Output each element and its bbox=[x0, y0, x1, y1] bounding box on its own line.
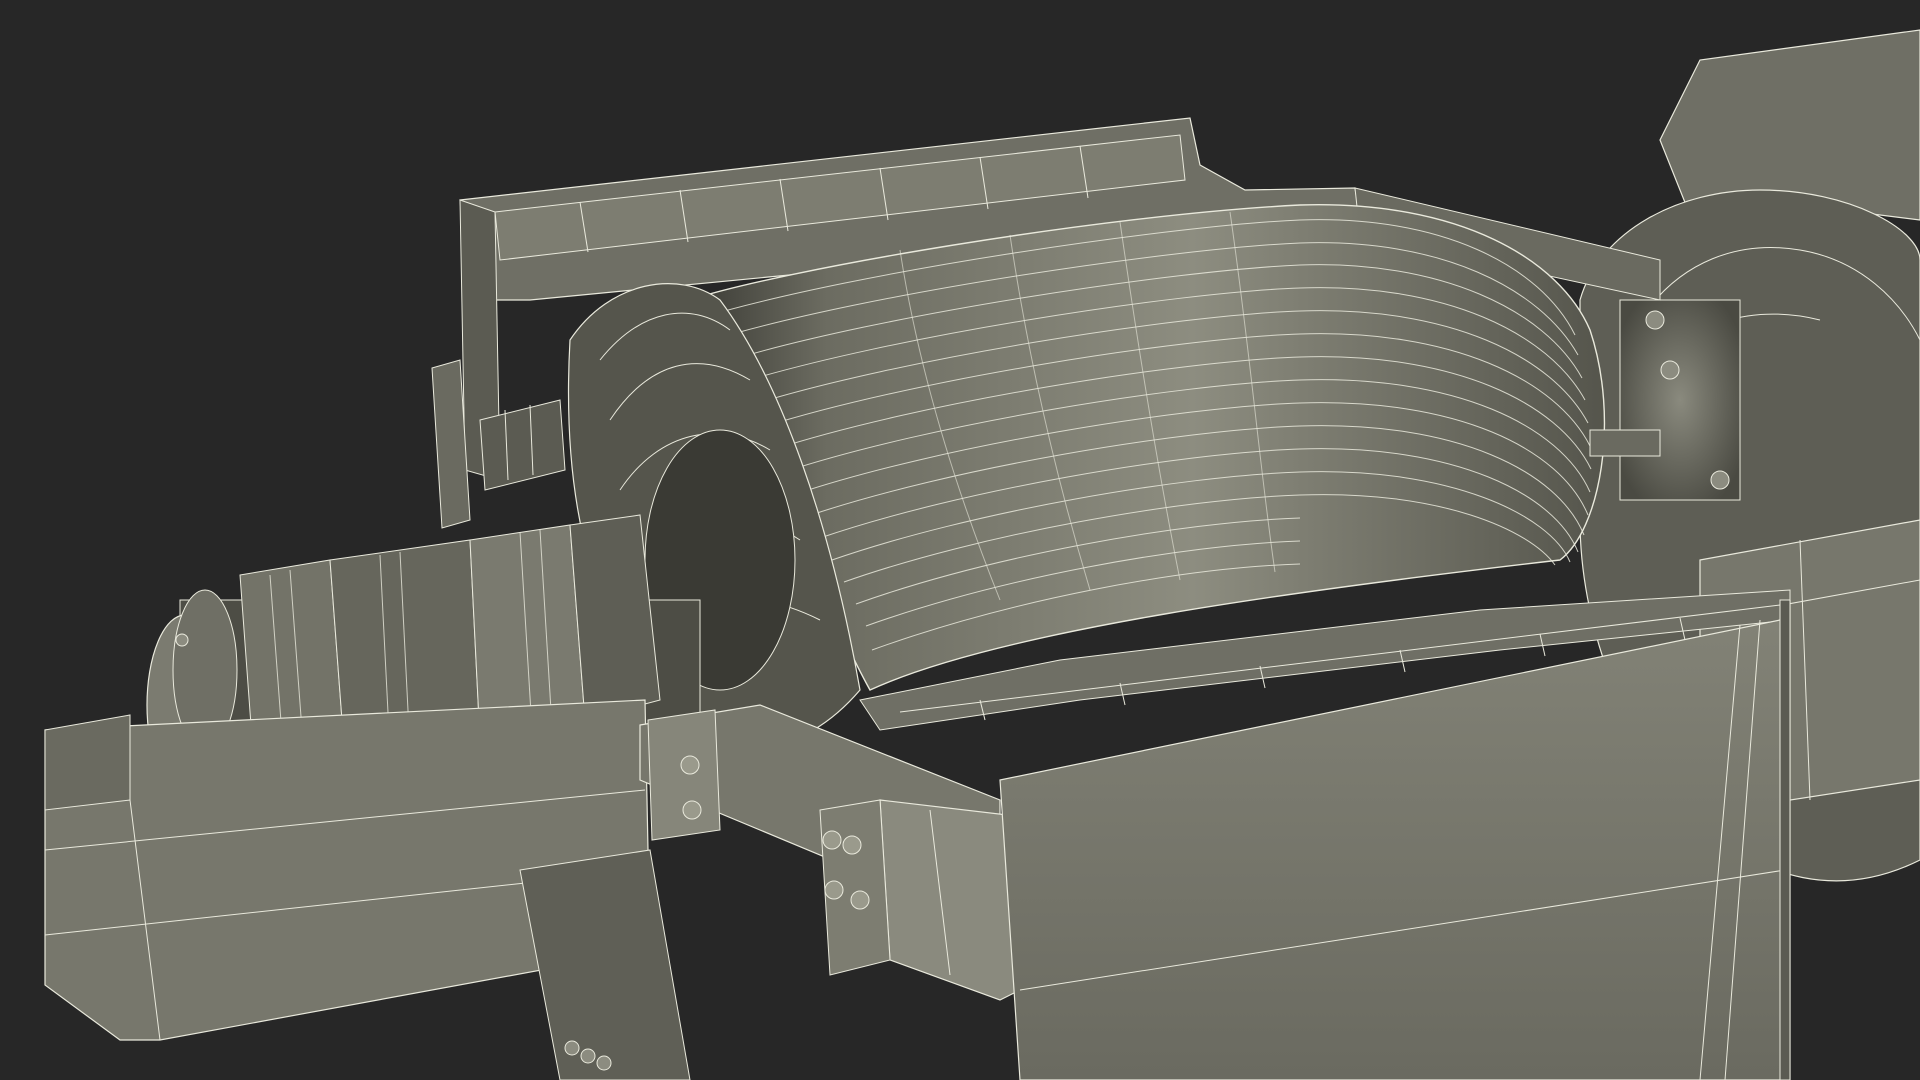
joint-bolt-4 bbox=[842, 835, 862, 855]
rotor-shaft bbox=[1589, 429, 1661, 457]
left-bearing-pedestal bbox=[519, 849, 691, 1080]
joint-plate bbox=[647, 709, 721, 841]
left-base-beam bbox=[44, 699, 691, 1080]
right-bolt-1 bbox=[1660, 360, 1680, 380]
pedestal-bolt-1 bbox=[564, 1040, 580, 1056]
left-bolt-1 bbox=[175, 633, 189, 647]
right-hub bbox=[1619, 299, 1741, 501]
joint-bolt-5 bbox=[824, 880, 844, 900]
pedestal-bolt-3 bbox=[596, 1055, 612, 1071]
joint-bolt-1 bbox=[680, 755, 700, 775]
front-housing-edge bbox=[1779, 599, 1791, 1080]
right-bolt-3 bbox=[1645, 310, 1665, 330]
pedestal-bolt-2 bbox=[580, 1048, 596, 1064]
joint-bolt-6 bbox=[850, 890, 870, 910]
generator-render bbox=[44, 29, 1920, 1080]
joint-bolt-2 bbox=[682, 800, 702, 820]
right-bolt-2 bbox=[1710, 470, 1730, 490]
joint-bolt-3 bbox=[822, 830, 842, 850]
